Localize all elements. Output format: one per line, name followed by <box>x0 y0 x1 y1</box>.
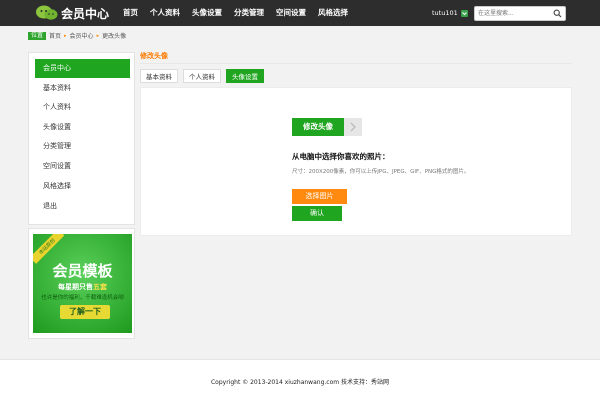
breadcrumb-separator: ▸ <box>64 32 67 39</box>
breadcrumb-current: 更改头像 <box>102 33 127 40</box>
avatar-panel: 修改头像 从电脑中选择你喜欢的照片： 尺寸：200X200像素，你可以上传JPG… <box>140 87 572 236</box>
promo-title: 会员模板 <box>52 262 113 280</box>
nav-item-categories[interactable]: 分类管理 <box>228 0 270 26</box>
search-icon[interactable] <box>553 9 562 18</box>
username: tutu101 <box>432 9 458 17</box>
search-box <box>474 6 566 21</box>
chevron-right-icon[interactable] <box>344 118 362 136</box>
wechat-logo-icon <box>36 5 58 21</box>
page-title: 修改头像 <box>140 52 168 60</box>
top-navbar: 会员中心 首页 个人资料 头像设置 分类管理 空间设置 风格选择 tutu101 <box>0 0 600 26</box>
promo-description: 也许是你的福利，千载难逢机会呦 <box>41 295 124 301</box>
nav-item-profile[interactable]: 个人资料 <box>144 0 186 26</box>
logo-text: 会员中心 <box>61 6 110 21</box>
choose-image-button[interactable]: 选择图片 <box>292 189 347 204</box>
footer: Copyright © 2013-2014 xiuzhanwang.com 技术… <box>0 359 600 400</box>
sidebar-item-style[interactable]: 风格选择 <box>35 177 130 196</box>
tab-bar: 基本资料 个人资料 头像设置 <box>140 69 264 83</box>
main-nav: 首页 个人资料 头像设置 分类管理 空间设置 风格选择 <box>117 0 354 26</box>
breadcrumb-tag: 位置 <box>28 31 47 40</box>
nav-item-space[interactable]: 空间设置 <box>270 0 312 26</box>
breadcrumb-member-center[interactable]: 会员中心 <box>70 31 94 40</box>
breadcrumb: 位置 首页 ▸ 会员中心 ▸ 更改头像 <box>28 31 126 40</box>
nav-item-avatar[interactable]: 头像设置 <box>186 0 228 26</box>
copyright-text: Copyright © 2013-2014 xiuzhanwang.com 技术… <box>210 379 390 386</box>
tab-basic-info[interactable]: 基本资料 <box>140 69 178 83</box>
breadcrumb-separator: ▸ <box>96 32 100 39</box>
logo[interactable]: 会员中心 <box>36 4 109 22</box>
sidebar-item-categories[interactable]: 分类管理 <box>35 137 130 156</box>
sidebar-item-member-center[interactable]: 会员中心 <box>35 59 130 78</box>
upload-hint: 尺寸：200X200像素，你可以上传JPG、JPEG、GIF、PNG格式的图片。 <box>292 169 470 175</box>
user-menu[interactable]: tutu101 <box>432 9 468 17</box>
divider <box>140 63 572 64</box>
tab-profile[interactable]: 个人资料 <box>183 69 221 83</box>
breadcrumb-home[interactable]: 首页 <box>49 31 61 40</box>
promo-banner[interactable]: 本站原创 会员模板 每星期只售五套 也许是你的福利，千载难逢机会呦 了解一下 <box>28 228 135 339</box>
change-avatar-button[interactable]: 修改头像 <box>292 118 344 136</box>
upload-heading: 从电脑中选择你喜欢的照片： <box>292 152 390 161</box>
sidebar-item-logout[interactable]: 退出 <box>35 197 130 216</box>
nav-item-style[interactable]: 风格选择 <box>312 0 354 26</box>
promo-image: 本站原创 会员模板 每星期只售五套 也许是你的福利，千载难逢机会呦 了解一下 <box>33 234 132 333</box>
tab-avatar-settings[interactable]: 头像设置 <box>226 69 264 83</box>
sidebar-item-basic-info[interactable]: 基本资料 <box>35 79 130 98</box>
sidebar: 会员中心 基本资料 个人资料 头像设置 分类管理 空间设置 风格选择 退出 <box>28 52 135 225</box>
learn-more-button[interactable]: 了解一下 <box>60 305 110 319</box>
search-input[interactable] <box>475 7 551 20</box>
sidebar-item-avatar[interactable]: 头像设置 <box>35 118 130 137</box>
chevron-down-icon <box>460 9 468 17</box>
nav-item-home[interactable]: 首页 <box>117 0 144 26</box>
sidebar-item-space[interactable]: 空间设置 <box>35 157 130 176</box>
sidebar-item-profile[interactable]: 个人资料 <box>35 98 130 117</box>
promo-subtitle: 每星期只售五套 <box>58 283 107 291</box>
confirm-button[interactable]: 确认 <box>292 206 342 221</box>
